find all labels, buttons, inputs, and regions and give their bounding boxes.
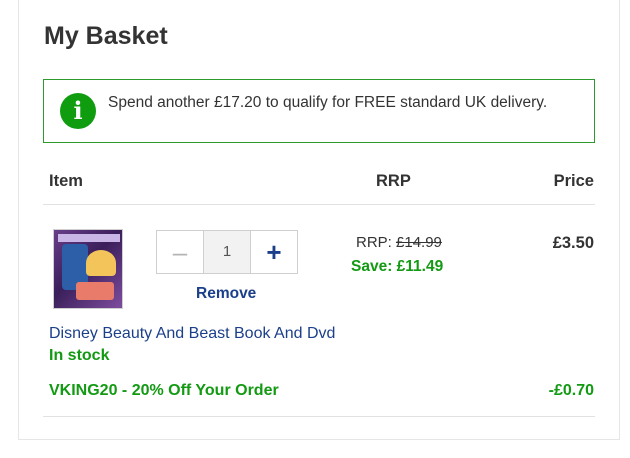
- product-name-link[interactable]: Disney Beauty And Beast Book And Dvd: [49, 325, 335, 343]
- basket-panel: [18, 0, 620, 440]
- info-icon: i: [60, 93, 96, 129]
- column-header-item: Item: [49, 172, 83, 190]
- header-divider: [43, 204, 595, 205]
- thumbnail-banner: [58, 234, 120, 242]
- delivery-notice-message: Spend another £17.20 to qualify for FREE…: [108, 94, 548, 111]
- thumbnail-castle: [86, 250, 116, 276]
- column-header-price: Price: [553, 172, 594, 190]
- column-header-rrp: RRP: [376, 172, 411, 190]
- promo-divider: [43, 416, 595, 417]
- increase-quantity-button[interactable]: +: [250, 231, 297, 273]
- thumbnail-title-plate: [76, 282, 114, 300]
- quantity-value[interactable]: 1: [204, 231, 250, 273]
- product-thumbnail[interactable]: [53, 229, 123, 309]
- decrease-quantity-button[interactable]: –: [157, 231, 204, 273]
- quantity-stepper[interactable]: – 1 +: [156, 230, 298, 274]
- spacer: [43, 371, 595, 372]
- rrp-line: RRP: £14.99: [356, 234, 442, 251]
- savings-text: Save: £11.49: [351, 258, 444, 275]
- rrp-value: £14.99: [396, 234, 442, 251]
- stock-status: In stock: [49, 347, 110, 364]
- rrp-label: RRP:: [356, 234, 392, 251]
- promo-code-label: VKING20 - 20% Off Your Order: [49, 382, 279, 399]
- delivery-notice: i Spend another £17.20 to qualify for FR…: [43, 79, 595, 143]
- promo-discount-amount: -£0.70: [548, 382, 594, 399]
- remove-link[interactable]: Remove: [196, 285, 256, 303]
- item-price: £3.50: [552, 234, 594, 252]
- page-title: My Basket: [44, 22, 168, 50]
